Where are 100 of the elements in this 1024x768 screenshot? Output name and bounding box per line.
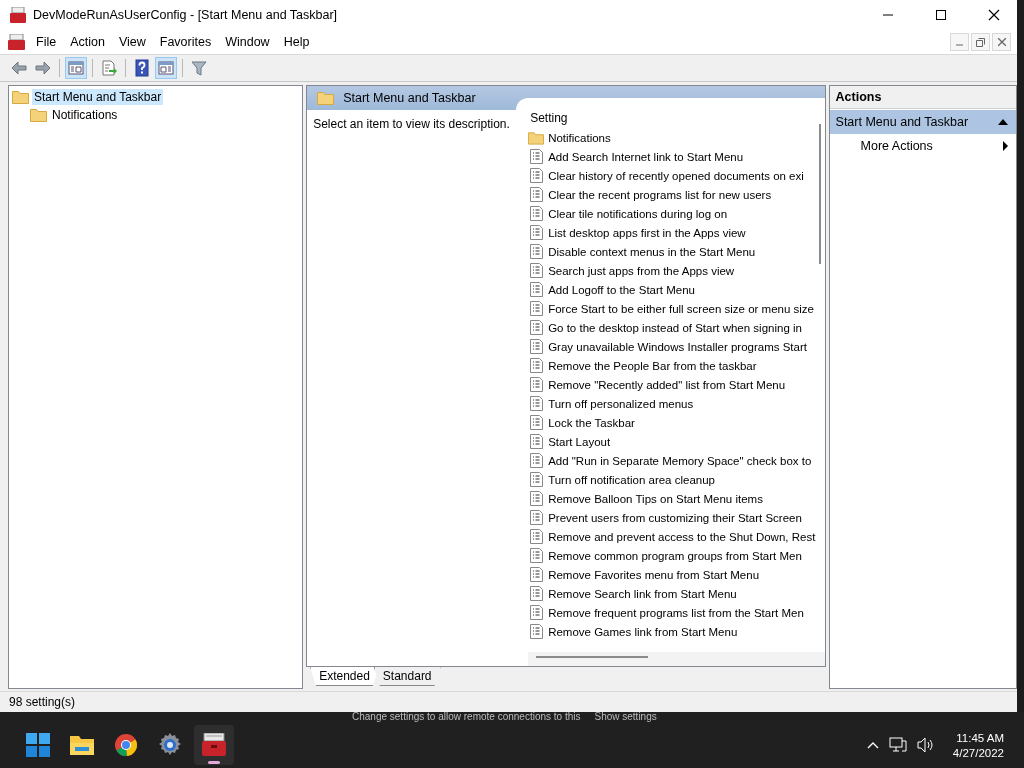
setting-icon (529, 187, 543, 202)
view-tab[interactable]: Standard (373, 667, 441, 686)
setting-icon (529, 434, 543, 449)
menu-item[interactable]: Action (63, 35, 112, 49)
setting-item[interactable]: Remove the People Bar from the taskbar (548, 359, 757, 372)
setting-item[interactable]: Remove Search link from Start Menu (548, 587, 737, 600)
menu-item[interactable]: Window (218, 35, 277, 49)
view-tab[interactable]: Extended (310, 667, 379, 686)
pane-title: Start Menu and Taskbar (343, 91, 476, 105)
restore-button[interactable] (971, 33, 990, 51)
tree-item[interactable]: Notifications (50, 107, 120, 123)
toolbox-icon[interactable] (8, 34, 25, 50)
setting-icon (529, 168, 543, 183)
setting-item[interactable]: Remove Balloon Tips on Start Menu items (548, 492, 763, 505)
folder-icon (30, 108, 47, 122)
description-text: Select an item to view its description. (313, 117, 510, 131)
column-header[interactable]: Setting (530, 111, 568, 125)
setting-icon (529, 377, 543, 392)
setting-item[interactable]: Gray unavailable Windows Installer programs Start (548, 340, 807, 353)
actions-title: Actions (835, 90, 882, 104)
setting-icon (529, 586, 543, 601)
setting-icon (529, 263, 543, 278)
show-settings-link[interactable]: Show settings (594, 712, 657, 722)
filter-icon (190, 59, 208, 77)
setting-item[interactable]: Clear history of recently opened documents on exi (548, 169, 804, 182)
notice-text: Change settings to allow remote connections to this (352, 712, 581, 722)
export-list-icon (100, 59, 118, 77)
actions-section[interactable]: Start Menu and Taskbar (829, 110, 1016, 134)
setting-icon (529, 510, 543, 525)
setting-icon (529, 548, 543, 563)
forward-arrow-icon (34, 59, 52, 77)
action-item[interactable]: More Actions (829, 134, 1016, 158)
setting-icon (529, 415, 543, 430)
setting-icon (529, 396, 543, 411)
close-icon (997, 38, 1006, 46)
setting-icon (529, 225, 543, 240)
maximize-icon (936, 10, 946, 20)
setting-icon (529, 244, 543, 259)
tree-pane-icon (67, 59, 85, 77)
menu-item[interactable]: File (29, 35, 64, 49)
setting-item[interactable]: Search just apps from the Apps view (548, 264, 735, 277)
scrollbar[interactable] (536, 656, 649, 658)
menu-item[interactable]: Help (276, 35, 317, 49)
setting-icon (529, 491, 543, 506)
restore-icon (976, 37, 985, 47)
speaker-icon[interactable] (916, 737, 935, 753)
back-arrow-icon (10, 59, 28, 77)
folder-icon (317, 91, 335, 105)
setting-item[interactable]: Remove common program groups from Start Men (548, 549, 802, 562)
setting-item[interactable]: Add Logoff to the Start Menu (548, 283, 695, 296)
menu-item[interactable]: View (111, 35, 153, 49)
setting-item[interactable]: Clear tile notifications during log on (548, 207, 728, 220)
close-button[interactable] (992, 33, 1011, 51)
scrollbar[interactable] (818, 124, 821, 264)
setting-item[interactable]: Remove Favorites menu from Start Menu (548, 568, 760, 581)
folder-icon (69, 734, 95, 756)
clock-date[interactable]: 4/27/2022 (952, 746, 1004, 759)
menu-item[interactable]: Favorites (152, 35, 219, 49)
tree-pane-button[interactable] (65, 57, 87, 79)
action-pane-icon (157, 59, 175, 77)
setting-icon (529, 301, 543, 316)
setting-item[interactable]: Force Start to be either full screen size or menu size (548, 302, 815, 315)
setting-icon (529, 149, 543, 164)
clock-time[interactable]: 11:45 AM (956, 731, 1004, 744)
setting-icon (529, 605, 543, 620)
setting-icon (529, 453, 543, 468)
submenu-arrow-icon (1003, 141, 1008, 151)
tree-item[interactable]: Start Menu and Taskbar (32, 89, 164, 105)
window-title: DevModeRunAsUserConfig - [Start Menu and Taskbar] (33, 8, 339, 22)
setting-item[interactable]: Prevent users from customizing their Start Screen (548, 511, 802, 524)
setting-item[interactable]: Remove and prevent access to the Shut Down, Rest (548, 530, 816, 543)
network-icon[interactable] (888, 737, 907, 753)
setting-item[interactable]: Clear the recent programs list for new users (548, 188, 772, 201)
setting-icon (529, 320, 543, 335)
setting-item[interactable]: Add Search Internet link to Start Menu (548, 150, 744, 163)
setting-item[interactable]: Disable context menus in the Start Menu (548, 245, 756, 258)
folder-icon (528, 130, 545, 145)
setting-item[interactable]: Add "Run in Separate Memory Space" check box to (548, 454, 812, 467)
setting-icon (529, 206, 543, 221)
chevron-up-icon[interactable] (866, 741, 879, 749)
setting-item[interactable]: List desktop apps first in the Apps view (548, 226, 746, 239)
setting-icon (529, 624, 543, 639)
close-icon (988, 9, 1000, 21)
toolbox-icon (10, 7, 26, 23)
setting-item[interactable]: Go to the desktop instead of Start when signing in (548, 321, 802, 334)
setting-icon (529, 472, 543, 487)
setting-item[interactable]: Remove Games link from Start Menu (548, 625, 738, 638)
setting-item[interactable]: Lock the Taskbar (548, 416, 635, 429)
setting-item[interactable]: Remove frequent programs list from the Start Men (548, 606, 804, 619)
setting-item[interactable]: Turn off notification area cleanup (548, 473, 715, 486)
browser-icon (114, 733, 138, 757)
windows-logo-icon (26, 733, 50, 757)
status-text: 98 setting(s) (9, 695, 76, 709)
setting-item[interactable]: Turn off personalized menus (548, 397, 694, 410)
setting-item[interactable]: Remove "Recently added" list from Start Menu (548, 378, 786, 391)
setting-item[interactable]: Start Layout (548, 435, 611, 448)
setting-item[interactable]: Notifications (548, 131, 611, 144)
setting-icon (529, 567, 543, 582)
taskbar-button[interactable] (194, 725, 234, 765)
setting-icon (529, 282, 543, 297)
